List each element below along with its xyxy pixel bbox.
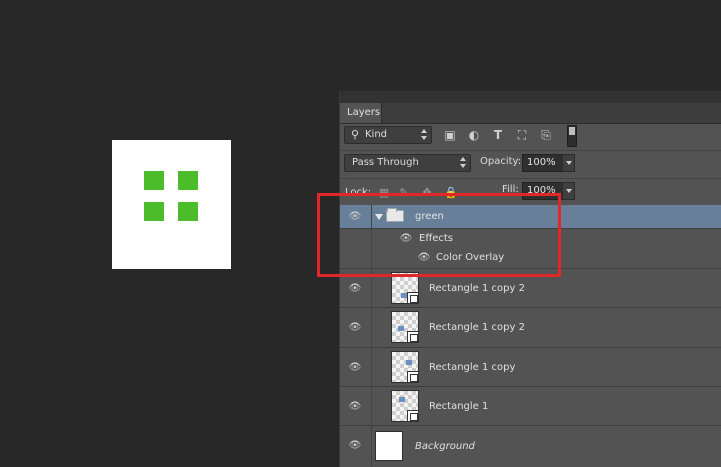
eye-icon[interactable]: 👁 <box>399 232 413 246</box>
divider <box>371 229 372 249</box>
folder-icon <box>386 208 404 222</box>
layer-effect-row[interactable]: 👁 Color Overlay <box>340 249 721 269</box>
tab-layers[interactable]: Layers <box>340 103 382 123</box>
eye-icon[interactable]: 👁 <box>348 210 362 224</box>
layer-thumbnail <box>391 311 419 343</box>
fill-input[interactable]: 100% <box>522 182 564 200</box>
divider <box>371 269 372 307</box>
layer-thumbnail <box>391 351 419 383</box>
lock-row: Lock: ▦ ✎ ✥ 🔒 Fill: 100% <box>340 179 721 205</box>
filter-kind-select[interactable]: ⚲ Kind <box>344 126 432 144</box>
opacity-input[interactable]: 100% <box>522 154 564 172</box>
green-square-bottom-right <box>178 202 198 221</box>
layer-effects-row[interactable]: 👁 Effects <box>340 229 721 249</box>
layer-thumbnail <box>391 390 419 422</box>
blend-mode-value: Pass Through <box>352 157 419 168</box>
divider <box>371 348 372 386</box>
layer-row-background[interactable]: 👁 Background <box>340 426 721 467</box>
layer-thumbnail-mark <box>399 397 405 402</box>
layer-name: Rectangle 1 <box>429 401 489 412</box>
lock-label: Lock: <box>345 187 372 198</box>
lock-transparent-pixels-icon[interactable]: ▦ <box>378 187 390 199</box>
blend-row: Pass Through Opacity: 100% <box>340 151 721 177</box>
layer-name: green <box>415 211 444 222</box>
layer-name: Rectangle 1 copy 2 <box>429 283 525 294</box>
pixel-filter-icon[interactable]: ▣ <box>443 128 457 142</box>
eye-icon[interactable]: 👁 <box>348 361 362 375</box>
layer-name: Background <box>415 441 475 452</box>
layer-row[interactable]: 👁 Rectangle 1 copy <box>340 348 721 387</box>
updown-arrows-icon <box>421 129 427 140</box>
green-square-top-right <box>178 171 198 190</box>
divider <box>371 387 372 425</box>
background-thumbnail <box>375 431 403 461</box>
eye-icon[interactable]: 👁 <box>348 321 362 335</box>
eye-icon[interactable]: 👁 <box>348 282 362 296</box>
divider <box>371 249 372 268</box>
updown-arrows-icon <box>460 157 466 168</box>
shape-filter-icon[interactable]: ⛶ <box>515 128 529 142</box>
expand-triangle-icon[interactable] <box>375 214 383 220</box>
search-icon: ⚲ <box>351 128 360 141</box>
vector-shape-icon <box>407 410 419 422</box>
filter-kind-label: Kind <box>365 129 388 140</box>
green-square-top-left <box>144 171 164 190</box>
canvas-document <box>112 140 231 269</box>
layer-thumbnail-mark <box>398 326 404 331</box>
layers-panel: Layers ⚲ Kind ▣ ◐ T ⛶ ⎘ Pass Through Opa… <box>339 91 721 467</box>
opacity-dropdown-button[interactable] <box>562 154 575 172</box>
layer-row-group[interactable]: 👁 green <box>340 205 721 229</box>
layer-filter-row: ⚲ Kind ▣ ◐ T ⛶ ⎘ <box>340 123 721 150</box>
panel-dock-bar <box>340 91 721 103</box>
type-filter-icon[interactable]: T <box>491 128 505 142</box>
layer-name: Rectangle 1 copy 2 <box>429 322 525 333</box>
lock-all-icon[interactable]: 🔒 <box>444 187 458 199</box>
green-square-bottom-left <box>144 202 164 221</box>
eye-icon[interactable]: 👁 <box>417 251 431 265</box>
divider <box>371 426 372 467</box>
effects-label: Effects <box>419 233 453 244</box>
opacity-label: Opacity: <box>480 156 522 167</box>
vector-shape-icon <box>407 371 419 383</box>
eye-icon[interactable]: 👁 <box>348 400 362 414</box>
filter-toggle-switch[interactable] <box>567 125 577 147</box>
smart-object-filter-icon[interactable]: ⎘ <box>539 128 553 142</box>
layers-list: 👁 green 👁 Effects 👁 Color Overlay 👁 Rect… <box>340 205 721 467</box>
lock-position-icon[interactable]: ✥ <box>421 187 433 199</box>
panel-tab-bar: Layers <box>340 103 721 124</box>
lock-image-pixels-icon[interactable]: ✎ <box>398 187 410 199</box>
effect-label: Color Overlay <box>436 252 505 263</box>
layer-name: Rectangle 1 copy <box>429 362 516 373</box>
vector-shape-icon <box>407 331 419 343</box>
layer-row[interactable]: 👁 Rectangle 1 copy 2 <box>340 308 721 348</box>
layer-thumbnail <box>391 272 419 304</box>
eye-icon[interactable]: 👁 <box>348 439 362 453</box>
layer-thumbnail-mark <box>406 360 412 365</box>
layer-row[interactable]: 👁 Rectangle 1 copy 2 <box>340 269 721 308</box>
divider <box>371 205 372 228</box>
vector-shape-icon <box>407 292 419 304</box>
fill-dropdown-button[interactable] <box>562 182 575 200</box>
layer-row[interactable]: 👁 Rectangle 1 <box>340 387 721 426</box>
divider <box>371 308 372 347</box>
fill-label: Fill: <box>502 184 519 195</box>
blend-mode-select[interactable]: Pass Through <box>344 154 471 172</box>
adjustment-filter-icon[interactable]: ◐ <box>467 128 481 142</box>
